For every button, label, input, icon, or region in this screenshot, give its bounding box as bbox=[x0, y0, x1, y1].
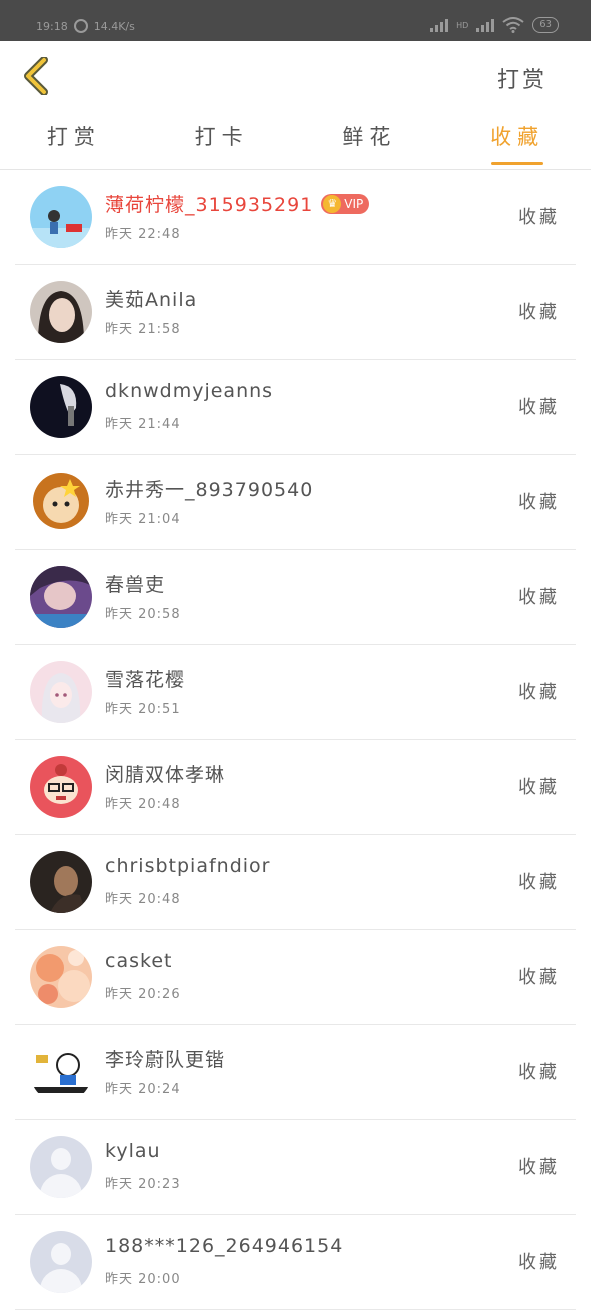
battery-indicator: 63 bbox=[532, 17, 559, 33]
list-item[interactable]: 薄荷柠檬_315935291 ♛ VIP 昨天 22:48 收藏 bbox=[15, 170, 576, 265]
timestamp: 昨天 20:48 bbox=[105, 797, 181, 812]
timestamp: 昨天 20:23 bbox=[105, 1177, 181, 1192]
name-line: 春兽吏 bbox=[105, 570, 165, 597]
user-name: 雪落花樱 bbox=[105, 669, 186, 691]
avatar bbox=[30, 756, 92, 818]
avatar bbox=[30, 471, 92, 533]
signal-icon-2 bbox=[476, 18, 495, 32]
user-name: kylau bbox=[105, 1140, 161, 1162]
favorite-label: 收藏 bbox=[518, 967, 560, 988]
name-line: 闵腈双体孝琳 bbox=[105, 760, 225, 787]
name-line: 薄荷柠檬_315935291 ♛ VIP bbox=[105, 190, 370, 217]
avatar bbox=[30, 281, 92, 343]
avatar bbox=[30, 1041, 92, 1103]
favorite-label: 收藏 bbox=[518, 1157, 560, 1178]
list-item[interactable]: 李玲蔚队更锴 昨天 20:24 收藏 bbox=[15, 1025, 576, 1120]
status-bar: 19:18 14.4K/s HD 63 bbox=[0, 0, 591, 41]
tab-bar: 打赏 打卡 鲜花 收藏 bbox=[0, 111, 591, 170]
status-time: 19:18 bbox=[36, 19, 68, 33]
list-item[interactable]: kylau 昨天 20:23 收藏 bbox=[15, 1120, 576, 1215]
name-line: dknwdmyjeanns bbox=[105, 380, 273, 402]
list-item[interactable]: casket 昨天 20:26 收藏 bbox=[15, 930, 576, 1025]
timestamp: 昨天 21:58 bbox=[105, 322, 181, 337]
timestamp: 昨天 20:51 bbox=[105, 702, 181, 717]
user-name: 美茹Anila bbox=[105, 289, 198, 311]
list-item[interactable]: 闵腈双体孝琳 昨天 20:48 收藏 bbox=[15, 740, 576, 835]
user-name: 闵腈双体孝琳 bbox=[105, 764, 226, 786]
name-line: 188***126_264946154 bbox=[105, 1235, 343, 1257]
status-left: 19:18 14.4K/s bbox=[36, 19, 135, 33]
timestamp: 昨天 21:04 bbox=[105, 512, 181, 527]
avatar bbox=[30, 566, 92, 628]
user-name: casket bbox=[105, 950, 173, 972]
list-item[interactable]: 美茹Anila 昨天 21:58 收藏 bbox=[15, 265, 576, 360]
timestamp: 昨天 20:00 bbox=[105, 1272, 181, 1287]
vip-label: VIP bbox=[344, 196, 364, 211]
timestamp: 昨天 20:24 bbox=[105, 1082, 181, 1097]
user-name: 薄荷柠檬_315935291 bbox=[105, 194, 314, 216]
name-line: 赤井秀一_893790540 bbox=[105, 475, 313, 502]
list-item[interactable]: chrisbtpiafndior 昨天 20:48 收藏 bbox=[15, 835, 576, 930]
timestamp: 昨天 21:44 bbox=[105, 417, 181, 432]
user-name: 188***126_264946154 bbox=[105, 1235, 344, 1257]
user-name: chrisbtpiafndior bbox=[105, 855, 271, 877]
avatar bbox=[30, 661, 92, 723]
favorite-label: 收藏 bbox=[518, 872, 560, 893]
vip-badge: ♛ VIP bbox=[321, 193, 370, 214]
reward-button[interactable]: 打赏 bbox=[497, 62, 547, 94]
favorite-label: 收藏 bbox=[518, 207, 560, 228]
name-line: 雪落花樱 bbox=[105, 665, 185, 692]
favorite-label: 收藏 bbox=[518, 1252, 560, 1273]
name-line: 李玲蔚队更锴 bbox=[105, 1045, 225, 1072]
timestamp: 昨天 20:58 bbox=[105, 607, 181, 622]
name-line: chrisbtpiafndior bbox=[105, 855, 270, 877]
list-item[interactable]: 雪落花樱 昨天 20:51 收藏 bbox=[15, 645, 576, 740]
tab-favorites[interactable]: 收藏 bbox=[443, 111, 591, 169]
status-speed: 14.4K/s bbox=[93, 19, 135, 33]
list-item[interactable]: 春兽吏 昨天 20:58 收藏 bbox=[15, 550, 576, 645]
favorite-label: 收藏 bbox=[518, 397, 560, 418]
favorite-label: 收藏 bbox=[518, 777, 560, 798]
avatar bbox=[30, 946, 92, 1008]
list-item[interactable]: dknwdmyjeanns 昨天 21:44 收藏 bbox=[15, 360, 576, 455]
default-avatar-icon bbox=[30, 1231, 92, 1293]
favorite-label: 收藏 bbox=[518, 302, 560, 323]
network-label: HD bbox=[456, 20, 469, 30]
default-avatar-icon bbox=[30, 1136, 92, 1198]
favorite-label: 收藏 bbox=[518, 1062, 560, 1083]
name-line: kylau bbox=[105, 1140, 161, 1162]
header: 打赏 bbox=[0, 41, 591, 111]
name-line: casket bbox=[105, 950, 172, 972]
crown-icon: ♛ bbox=[323, 194, 342, 213]
avatar bbox=[30, 376, 92, 438]
favorite-label: 收藏 bbox=[518, 587, 560, 608]
favorites-list: 薄荷柠檬_315935291 ♛ VIP 昨天 22:48 收藏 美茹Anila… bbox=[0, 170, 591, 1310]
user-name: dknwdmyjeanns bbox=[105, 380, 274, 402]
list-item[interactable]: 赤井秀一_893790540 昨天 21:04 收藏 bbox=[15, 455, 576, 550]
wifi-icon bbox=[502, 17, 524, 33]
user-name: 春兽吏 bbox=[105, 574, 166, 596]
avatar bbox=[30, 186, 92, 248]
tab-reward[interactable]: 打赏 bbox=[0, 111, 148, 169]
back-arrow-icon[interactable] bbox=[20, 56, 54, 96]
name-line: 美茹Anila bbox=[105, 285, 197, 312]
status-right: HD 63 bbox=[430, 17, 559, 33]
favorite-label: 收藏 bbox=[518, 492, 560, 513]
timestamp: 昨天 20:48 bbox=[105, 892, 181, 907]
user-name: 李玲蔚队更锴 bbox=[105, 1049, 226, 1071]
favorite-label: 收藏 bbox=[518, 682, 560, 703]
timestamp: 昨天 20:26 bbox=[105, 987, 181, 1002]
alarm-icon bbox=[73, 19, 88, 33]
user-name: 赤井秀一_893790540 bbox=[105, 479, 314, 501]
list-item[interactable]: 188***126_264946154 昨天 20:00 收藏 bbox=[15, 1215, 576, 1310]
tab-flowers[interactable]: 鲜花 bbox=[296, 111, 444, 169]
tab-checkin[interactable]: 打卡 bbox=[148, 111, 296, 169]
signal-icon bbox=[430, 18, 449, 32]
avatar bbox=[30, 851, 92, 913]
timestamp: 昨天 22:48 bbox=[105, 227, 181, 242]
